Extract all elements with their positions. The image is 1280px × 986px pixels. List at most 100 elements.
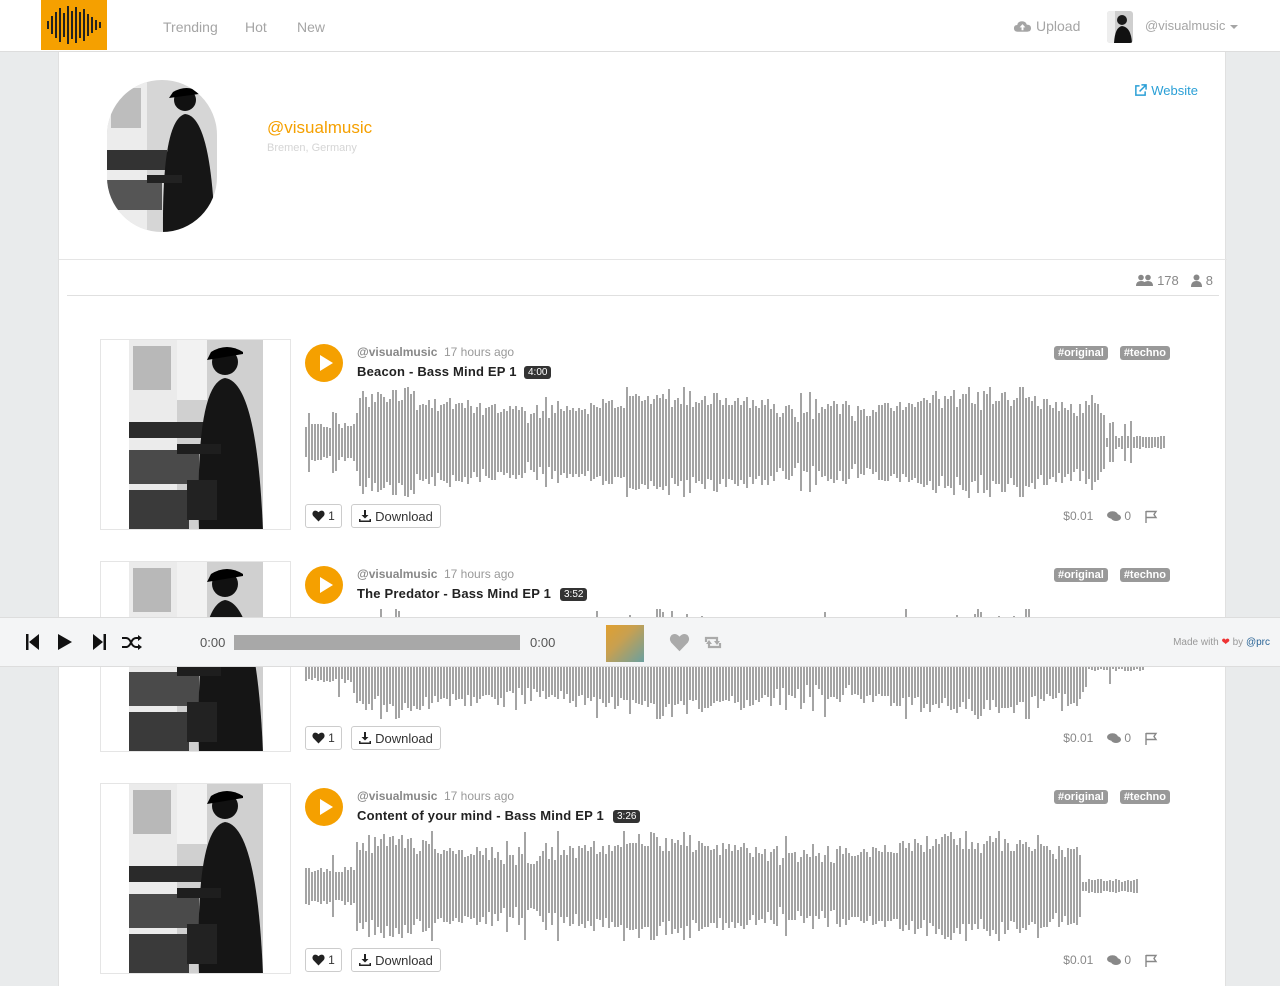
tag-original[interactable]: #original (1053, 790, 1108, 804)
waveform-bar (1067, 847, 1069, 925)
website-link[interactable]: Website (1134, 83, 1198, 98)
play-button[interactable] (305, 344, 343, 382)
waveform-bar (572, 848, 574, 924)
nav-trending[interactable]: Trending (163, 19, 218, 35)
download-button[interactable]: Download (351, 726, 441, 750)
comments-count[interactable]: 0 (1107, 731, 1131, 745)
waveform-bar (1046, 399, 1048, 485)
track-user[interactable]: @visualmusic (357, 345, 437, 359)
waveform-bar (371, 393, 373, 491)
waveform-bar (1136, 436, 1138, 448)
waveform-bar (341, 427, 343, 457)
skip-back-icon[interactable] (26, 634, 40, 650)
app-logo[interactable] (41, 0, 107, 50)
comments-value: 0 (1124, 731, 1131, 745)
waveform-bar (551, 847, 553, 925)
skip-forward-icon[interactable] (92, 634, 106, 650)
followers-count[interactable]: 178 (1136, 273, 1179, 288)
waveform-bar (542, 850, 544, 922)
waveform-bar (611, 400, 613, 484)
nav-hot[interactable]: Hot (245, 19, 267, 35)
waveform-bar (755, 405, 757, 479)
waveform-bar (980, 853, 982, 919)
user-menu[interactable]: @visualmusic (1145, 18, 1239, 33)
following-count[interactable]: 8 (1190, 273, 1213, 288)
nav-avatar[interactable] (1107, 11, 1133, 43)
progress-bar[interactable] (234, 635, 520, 650)
favorite-heart-icon[interactable] (669, 633, 690, 652)
waveform-bar (488, 860, 490, 912)
waveform-bar (1028, 847, 1030, 925)
waveform-bar (1118, 437, 1120, 447)
waveform-bar (1073, 849, 1075, 923)
like-count: 1 (328, 731, 335, 745)
player-play-icon[interactable] (58, 634, 72, 650)
waveform-bar (1055, 859, 1057, 913)
waveform-bar (539, 856, 541, 916)
download-button[interactable]: Download (351, 948, 441, 972)
waveform-bar (467, 400, 469, 484)
waveform-bar (800, 393, 802, 491)
waveform-bar (530, 414, 532, 470)
track-title[interactable]: Beacon - Bass Mind EP 1 (357, 364, 517, 379)
tag-techno[interactable]: #techno (1119, 790, 1170, 804)
waveform-bar (545, 842, 547, 930)
waveform-bar (1040, 844, 1042, 928)
waveform-bar (596, 407, 598, 477)
track-cover[interactable] (100, 783, 291, 974)
like-button[interactable]: 1 (305, 504, 342, 528)
waveform-bar (1010, 851, 1012, 921)
made-with-label: Made with (1173, 637, 1219, 648)
author-link[interactable]: @prc (1246, 637, 1270, 648)
like-button[interactable]: 1 (305, 948, 342, 972)
profile-name: @visualmusic (267, 118, 373, 137)
shuffle-icon[interactable] (122, 635, 142, 650)
like-button[interactable]: 1 (305, 726, 342, 750)
waveform-bar (773, 403, 775, 481)
waveform-bar (383, 834, 385, 938)
comments-count[interactable]: 0 (1107, 509, 1131, 523)
tag-original[interactable]: #original (1053, 568, 1108, 582)
waveform-bar (503, 409, 505, 475)
nav-new[interactable]: New (297, 19, 325, 35)
waveform-bar (767, 399, 769, 485)
play-button[interactable] (305, 788, 343, 826)
repost-icon[interactable] (703, 635, 723, 650)
waveform-bar (386, 846, 388, 926)
track-waveform[interactable] (305, 826, 1141, 946)
waveform-bar (1109, 880, 1111, 892)
track-user[interactable]: @visualmusic (357, 789, 437, 803)
waveform-bar (542, 410, 544, 474)
flag-icon[interactable] (1145, 954, 1158, 967)
flag-icon[interactable] (1145, 732, 1158, 745)
waveform-bar (470, 853, 472, 919)
waveform-bar (725, 849, 727, 923)
waveform-bar (731, 850, 733, 922)
waveform-bar (749, 852, 751, 920)
download-button[interactable]: Download (351, 504, 441, 528)
waveform-bar (743, 843, 745, 929)
cover-art (129, 340, 263, 529)
tag-techno[interactable]: #techno (1119, 346, 1170, 360)
track-cover[interactable] (100, 339, 291, 530)
track-waveform[interactable] (305, 382, 1175, 502)
waveform-bar (632, 395, 634, 489)
track-title[interactable]: Content of your mind - Bass Mind EP 1 (357, 808, 604, 823)
track-title[interactable]: The Predator - Bass Mind EP 1 (357, 586, 551, 601)
track-user[interactable]: @visualmusic (357, 567, 437, 581)
waveform-bar (515, 405, 517, 479)
waveform-bar (959, 838, 961, 934)
tag-original[interactable]: #original (1053, 346, 1108, 360)
waveform-bar (356, 841, 358, 931)
waveform-bar (674, 400, 676, 484)
waveform-bar (1103, 881, 1105, 891)
waveform-bar (767, 860, 769, 912)
tag-techno[interactable]: #techno (1119, 568, 1170, 582)
waveform-bar (383, 396, 385, 488)
flag-icon[interactable] (1145, 510, 1158, 523)
waveform-bar (896, 406, 898, 478)
play-button[interactable] (305, 566, 343, 604)
comments-count[interactable]: 0 (1107, 953, 1131, 967)
upload-button[interactable]: Upload (1013, 18, 1080, 34)
waveform-bar (914, 406, 916, 478)
